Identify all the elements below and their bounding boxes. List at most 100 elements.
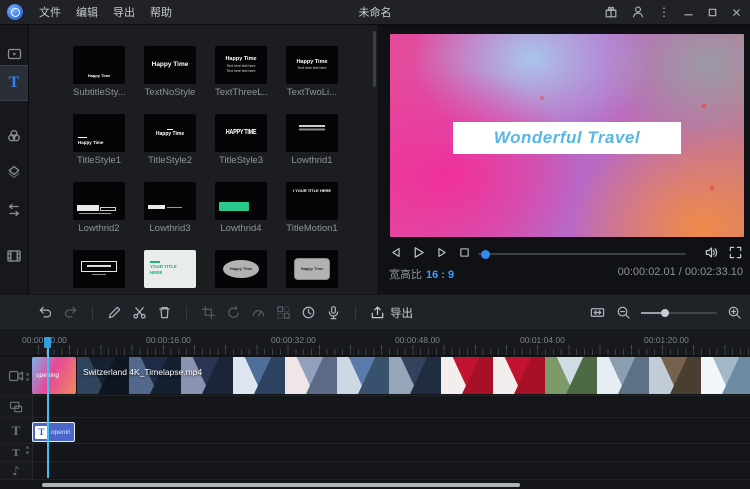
aspect-ratio[interactable]: 宽高比16 : 9 bbox=[389, 266, 454, 282]
playback-controls bbox=[378, 243, 750, 263]
template-item[interactable]: Lowthrid3 bbox=[144, 182, 196, 235]
opening-text-clip[interactable]: T openin bbox=[32, 422, 75, 442]
video-frame-thumbnail bbox=[285, 357, 337, 394]
template-label: TitleMotion1 bbox=[286, 223, 338, 235]
menu-export[interactable]: 导出 bbox=[113, 4, 135, 20]
fit-timeline-button[interactable] bbox=[589, 305, 606, 320]
mosaic-button[interactable] bbox=[276, 305, 291, 320]
volume-icon[interactable] bbox=[704, 245, 719, 260]
next-frame-button[interactable] bbox=[435, 245, 449, 260]
template-thumbnail: Happy Time bbox=[144, 46, 196, 84]
template-item[interactable]: Lowthrid1 bbox=[286, 114, 338, 167]
timecode: 00:00:02.01 / 00:02:33.10 bbox=[618, 266, 743, 278]
more-menu-icon[interactable]: ⋮ bbox=[658, 6, 670, 18]
template-item[interactable]: HAPPY TIMETitleStyle3 bbox=[215, 114, 267, 167]
maximize-button[interactable] bbox=[707, 7, 718, 18]
templates-scrollbar[interactable] bbox=[373, 31, 376, 87]
minimize-button[interactable] bbox=[683, 7, 694, 18]
text-track-2-header[interactable]: T bbox=[0, 445, 32, 460]
template-item[interactable]: YOUR TITLEHERE bbox=[144, 250, 196, 291]
account-user-icon[interactable] bbox=[631, 5, 645, 19]
template-item[interactable]: Lowthrid4 bbox=[215, 182, 267, 235]
sidebar-item-filters[interactable] bbox=[0, 121, 28, 151]
track-lock-icon[interactable] bbox=[26, 373, 29, 376]
video-track-header[interactable] bbox=[0, 362, 32, 390]
template-sample-title: Happy Time bbox=[73, 74, 125, 79]
template-item[interactable]: Happy TimeText here text hereTextTwoLi..… bbox=[286, 46, 338, 99]
zoom-out-button[interactable] bbox=[616, 305, 631, 320]
template-item[interactable]: Happy Time bbox=[286, 250, 338, 291]
previous-frame-button[interactable] bbox=[389, 245, 403, 260]
text-track-1-header[interactable]: T bbox=[0, 421, 32, 440]
pip-track-header[interactable] bbox=[0, 399, 32, 414]
sidebar-item-transitions[interactable] bbox=[0, 195, 28, 225]
text-track-1[interactable] bbox=[0, 418, 750, 444]
duration-clock-button[interactable] bbox=[301, 305, 316, 320]
play-button[interactable] bbox=[411, 245, 426, 260]
video-frame-thumbnail bbox=[597, 357, 649, 394]
timeline-horizontal-scrollbar[interactable] bbox=[42, 483, 520, 487]
seek-slider[interactable] bbox=[478, 253, 686, 255]
template-item[interactable]: Happy TimeTitleStyle2 bbox=[144, 114, 196, 167]
seek-handle[interactable] bbox=[481, 250, 490, 259]
split-scissors-button[interactable] bbox=[132, 305, 147, 320]
titlebar: 文件 编辑 导出 帮助 未命名 ⋮ bbox=[0, 0, 750, 25]
timeline-tracks: T T ♪ opening Switzerland 4K_Timelapse.m… bbox=[0, 356, 750, 489]
sidebar-item-text[interactable]: T bbox=[0, 65, 28, 101]
playhead-handle[interactable] bbox=[44, 337, 51, 348]
undo-button[interactable] bbox=[38, 305, 53, 320]
menu-edit[interactable]: 编辑 bbox=[76, 4, 98, 20]
preview-panel: Wonderful Travel bbox=[378, 25, 750, 294]
template-sample-title: Happy Time bbox=[152, 61, 189, 69]
resources-gift-icon[interactable] bbox=[604, 5, 618, 19]
delete-trash-button[interactable] bbox=[157, 305, 172, 320]
close-button[interactable] bbox=[731, 7, 742, 18]
template-item[interactable]: Happy TimeTitleStyle1 bbox=[73, 114, 125, 167]
template-item[interactable]: Happy Time bbox=[215, 250, 267, 291]
pip-track[interactable] bbox=[0, 396, 750, 418]
playhead[interactable] bbox=[47, 337, 49, 478]
template-label: TextThreeL... bbox=[215, 87, 267, 99]
template-thumbnail bbox=[144, 182, 196, 220]
template-label: TextTwoLi... bbox=[286, 87, 338, 99]
text-templates-panel: Happy TimeSubtitleSty... Happy TimeTextNo… bbox=[29, 25, 377, 294]
confetti-decor bbox=[709, 185, 715, 191]
audio-track[interactable] bbox=[0, 462, 750, 480]
opening-video-clip[interactable]: opening bbox=[32, 357, 76, 394]
menu-file[interactable]: 文件 bbox=[39, 4, 61, 20]
crop-button[interactable] bbox=[201, 305, 216, 320]
template-thumbnail bbox=[286, 114, 338, 152]
template-item[interactable]: Happy TimeSubtitleSty... bbox=[73, 46, 125, 99]
template-item[interactable]: Happy TimeText here text hereText here t… bbox=[215, 46, 267, 99]
template-item[interactable] bbox=[73, 250, 125, 291]
edit-pencil-button[interactable] bbox=[107, 305, 122, 320]
sidebar-item-elements[interactable] bbox=[0, 241, 28, 271]
template-item[interactable]: I YOUR TITLE HERE TitleMotion1 bbox=[286, 182, 338, 235]
speed-button[interactable] bbox=[251, 305, 266, 320]
sidebar-item-overlays[interactable] bbox=[0, 157, 28, 187]
timeline-ruler[interactable]: 00:00:00.00 00:00:16.00 00:00:32.00 00:0… bbox=[0, 331, 750, 356]
text-track-2[interactable] bbox=[0, 444, 750, 462]
template-thumbnail: Happy Time bbox=[144, 114, 196, 152]
timeline-zoom-handle[interactable] bbox=[661, 309, 669, 317]
title-overlay-banner: Wonderful Travel bbox=[453, 122, 681, 154]
voiceover-mic-button[interactable] bbox=[326, 305, 341, 320]
template-item[interactable]: Lowthrid2 bbox=[73, 182, 125, 235]
template-item[interactable]: Happy TimeTextNoStyle bbox=[144, 46, 196, 99]
text-track-icon: T bbox=[12, 423, 21, 439]
stop-button[interactable] bbox=[458, 245, 471, 260]
fullscreen-icon[interactable] bbox=[728, 245, 743, 260]
text-icon: T bbox=[9, 74, 20, 92]
zoom-in-button[interactable] bbox=[727, 305, 742, 320]
redo-button[interactable] bbox=[63, 305, 78, 320]
ruler-label: 00:00:16.00 bbox=[146, 335, 191, 345]
template-thumbnail: YOUR TITLEHERE bbox=[144, 250, 196, 288]
audio-track-header[interactable]: ♪ bbox=[0, 463, 32, 478]
export-button[interactable]: 导出 bbox=[370, 305, 413, 321]
template-thumbnail: I YOUR TITLE HERE bbox=[286, 182, 338, 220]
rotate-button[interactable] bbox=[226, 305, 241, 320]
timeline-zoom-slider[interactable] bbox=[641, 312, 717, 314]
video-frame-thumbnail bbox=[649, 357, 701, 394]
menu-help[interactable]: 帮助 bbox=[150, 4, 172, 20]
preview-video[interactable]: Wonderful Travel bbox=[390, 34, 744, 237]
